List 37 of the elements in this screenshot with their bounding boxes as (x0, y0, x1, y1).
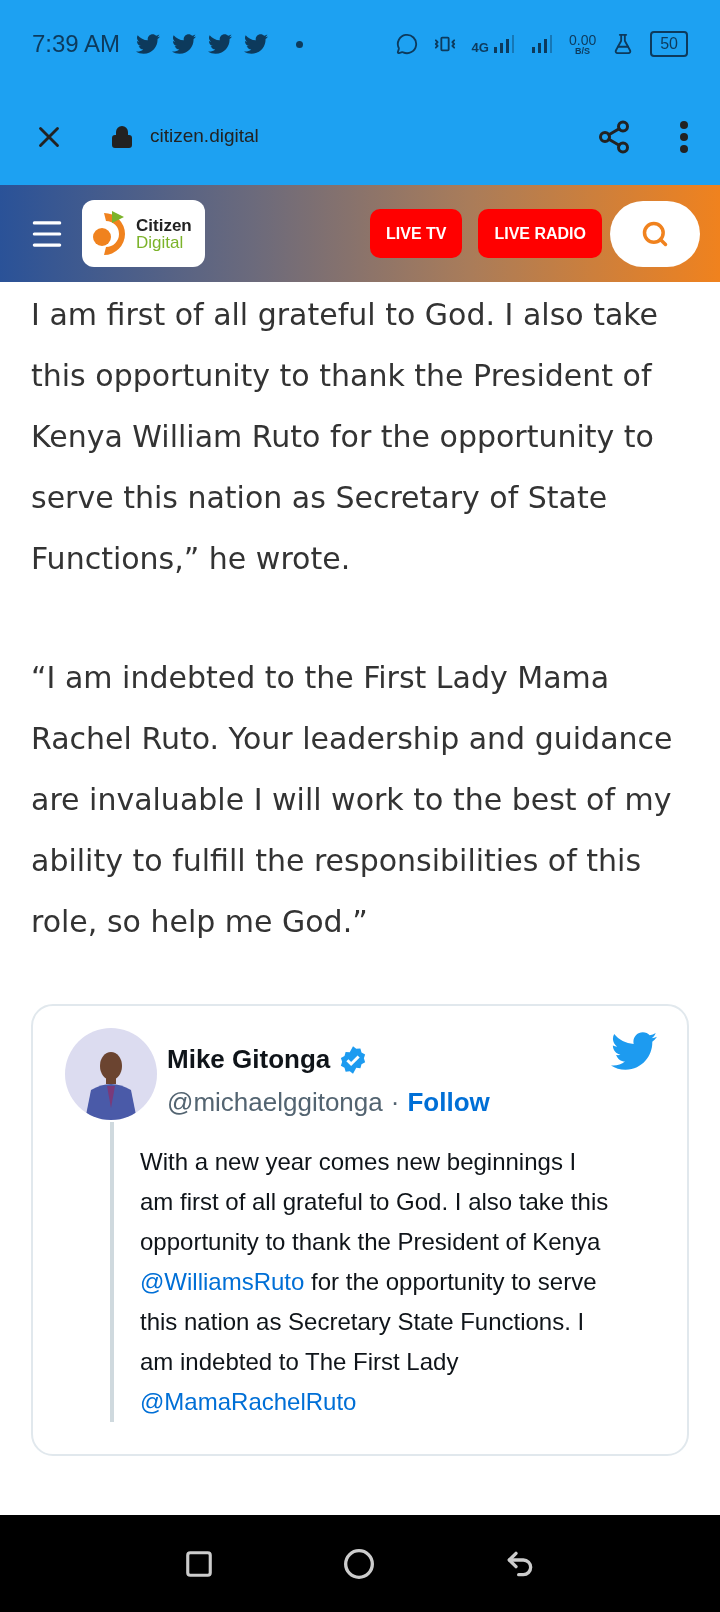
tweet-text: With a new year comes new beginnings I am first of all grateful to God. I also take this opportunity to thank the President of Kenya @WilliamsRuto for the opportunity to serve this nation as Secretary State Functions. I am indebted to The First Lady @MamaRachelRuto (140, 1147, 610, 1417)
author-name[interactable]: Mike Gitonga (167, 1040, 331, 1079)
more-options-button[interactable] (680, 120, 688, 153)
separator-dot: · (390, 1086, 400, 1119)
logo-subtitle: Digital (136, 233, 185, 251)
signal-icon (492, 34, 515, 54)
site-logo[interactable]: Citizen Digital (82, 200, 205, 267)
logo-title: Citizen (136, 216, 192, 234)
lock-icon (110, 124, 134, 149)
home-button[interactable] (343, 1547, 375, 1580)
url-text[interactable]: citizen.digital (150, 122, 596, 151)
mention-link[interactable]: @MamaRachelRuto (140, 1388, 357, 1415)
network-type: 4G (471, 41, 489, 54)
mention-link[interactable]: @WilliamsRuto (140, 1268, 305, 1295)
author-handle: @michaelggitonga (167, 1086, 383, 1119)
square-icon (184, 1548, 215, 1579)
share-button[interactable] (596, 118, 632, 155)
live-button[interactable]: LIVE TV (370, 209, 463, 258)
twitter-icon (172, 32, 197, 56)
twitter-icon (136, 32, 161, 56)
net-speed-unit: B/S (575, 46, 591, 56)
clock: 7:39 AM (32, 29, 121, 59)
share-icon (596, 118, 632, 155)
recent-apps-button[interactable] (184, 1548, 215, 1579)
twitter-icon (208, 32, 233, 56)
net-speed: 0.00 (568, 32, 597, 47)
article-paragraph: “I am indebted to the First Lady Mama Rachel Ruto. Your leadership and guidance are invaluable I will work to the best of my ability to fulfill the responsibilities of this role, so help me God.” (31, 659, 674, 941)
follow-link[interactable]: Follow (407, 1083, 490, 1122)
article-paragraph: I am first of all grateful to God. I also take this opportunity to thank the President of Kenya William Ruto for the opportunity to serve this nation as Secretary of State Functions,” he wrote. (31, 296, 660, 578)
twitter-icon (244, 32, 269, 56)
search-icon (641, 219, 669, 248)
battery-icon: 50 (650, 31, 688, 57)
live-button[interactable]: LIVE RADIO (478, 209, 602, 258)
signal-icon (530, 34, 553, 54)
more-options-icon (680, 120, 688, 153)
messenger-icon (395, 33, 418, 55)
circle-icon (343, 1547, 375, 1580)
